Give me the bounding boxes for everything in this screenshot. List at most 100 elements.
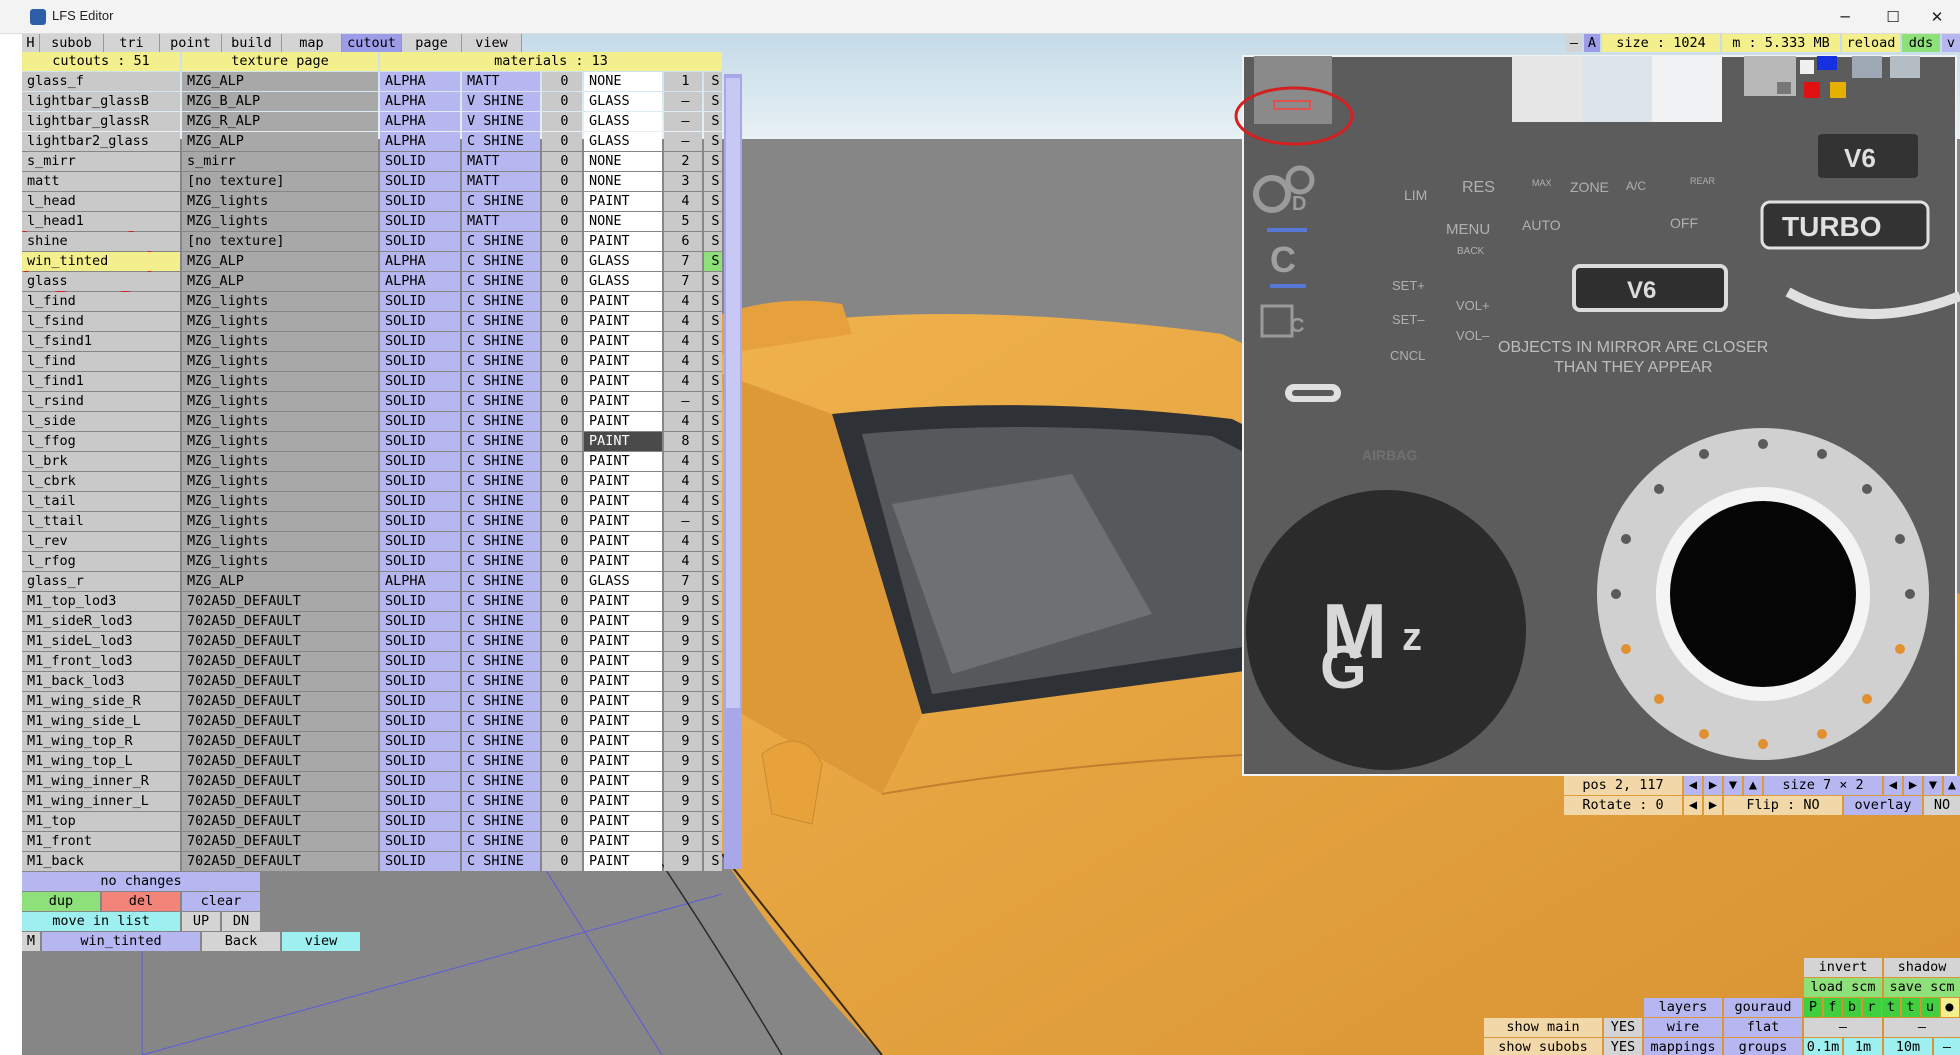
- s-toggle[interactable]: S: [704, 312, 722, 331]
- shine-mode[interactable]: MATT: [462, 172, 540, 191]
- cutout-name[interactable]: M1_front: [22, 832, 180, 851]
- texture-page[interactable]: MZG_lights: [182, 212, 378, 231]
- material-type[interactable]: PAINT: [584, 532, 662, 551]
- layer-letter[interactable]: t: [1901, 998, 1920, 1017]
- shine-mode[interactable]: C SHINE: [462, 492, 540, 511]
- texture-page[interactable]: MZG_ALP: [182, 272, 378, 291]
- cutout-name[interactable]: l_side: [22, 412, 180, 431]
- texture-page[interactable]: 702A5D_DEFAULT: [182, 692, 378, 711]
- material-index[interactable]: 4: [664, 452, 702, 471]
- table-row[interactable]: l_find1 MZG_lights SOLID C SHINE 0 PAINT 4 S: [22, 372, 742, 392]
- shine-mode[interactable]: C SHINE: [462, 512, 540, 531]
- s-toggle[interactable]: S: [704, 112, 722, 131]
- texture-page[interactable]: MZG_lights: [182, 512, 378, 531]
- texture-page[interactable]: MZG_R_ALP: [182, 112, 378, 131]
- cutout-name[interactable]: M1_wing_top_L: [22, 752, 180, 771]
- alpha-mode[interactable]: ALPHA: [380, 112, 460, 131]
- s-toggle[interactable]: S: [704, 752, 722, 771]
- value-zero[interactable]: 0: [542, 652, 582, 671]
- maximize-button[interactable]: ☐: [1870, 0, 1916, 34]
- table-row[interactable]: M1_front 702A5D_DEFAULT SOLID C SHINE 0 PAINT…: [22, 832, 742, 852]
- cutout-name[interactable]: lightbar2_glass: [22, 132, 180, 151]
- shine-mode[interactable]: C SHINE: [462, 312, 540, 331]
- table-row[interactable]: l_fsind MZG_lights SOLID C SHINE 0 PAINT 4 S: [22, 312, 742, 332]
- dash-button-1[interactable]: –: [1804, 1018, 1882, 1037]
- texture-page[interactable]: 702A5D_DEFAULT: [182, 752, 378, 771]
- value-zero[interactable]: 0: [542, 252, 582, 271]
- value-zero[interactable]: 0: [542, 792, 582, 811]
- value-zero[interactable]: 0: [542, 692, 582, 711]
- dash-button-2[interactable]: –: [1884, 1018, 1960, 1037]
- material-index[interactable]: –: [664, 392, 702, 411]
- texture-page[interactable]: 702A5D_DEFAULT: [182, 672, 378, 691]
- material-type[interactable]: PAINT: [584, 652, 662, 671]
- shine-mode[interactable]: C SHINE: [462, 832, 540, 851]
- material-type[interactable]: GLASS: [584, 272, 662, 291]
- cutout-name[interactable]: l_find: [22, 292, 180, 311]
- alpha-mode[interactable]: SOLID: [380, 852, 460, 871]
- table-row[interactable]: l_find MZG_lights SOLID C SHINE 0 PAINT 4 S: [22, 352, 742, 372]
- cutout-name[interactable]: M1_wing_side_R: [22, 692, 180, 711]
- texture-page[interactable]: MZG_lights: [182, 532, 378, 551]
- cutout-name[interactable]: M1_wing_inner_L: [22, 792, 180, 811]
- save-scm-button[interactable]: save scm: [1884, 978, 1960, 997]
- texture-page[interactable]: 702A5D_DEFAULT: [182, 772, 378, 791]
- material-index[interactable]: 9: [664, 592, 702, 611]
- view-button[interactable]: view: [282, 932, 360, 951]
- shine-mode[interactable]: C SHINE: [462, 652, 540, 671]
- table-row[interactable]: lightbar_glassR MZG_R_ALP ALPHA V SHINE 0 GLA…: [22, 112, 742, 132]
- material-index[interactable]: 5: [664, 212, 702, 231]
- material-type[interactable]: NONE: [584, 152, 662, 171]
- material-type[interactable]: PAINT: [584, 792, 662, 811]
- material-index[interactable]: 3: [664, 172, 702, 191]
- material-index[interactable]: –: [664, 112, 702, 131]
- s-toggle[interactable]: S: [704, 432, 722, 451]
- texture-page[interactable]: 702A5D_DEFAULT: [182, 632, 378, 651]
- menu-subob[interactable]: subob: [40, 34, 104, 52]
- clear-button[interactable]: clear: [182, 892, 260, 911]
- table-row[interactable]: M1_back 702A5D_DEFAULT SOLID C SHINE 0 PAINT 9…: [22, 852, 742, 872]
- value-zero[interactable]: 0: [542, 292, 582, 311]
- material-type[interactable]: PAINT: [584, 712, 662, 731]
- menu-page[interactable]: page: [402, 34, 462, 52]
- cutout-name[interactable]: l_head: [22, 192, 180, 211]
- material-type[interactable]: GLASS: [584, 92, 662, 111]
- texture-page[interactable]: MZG_lights: [182, 312, 378, 331]
- reload-button[interactable]: reload: [1842, 34, 1900, 52]
- s-toggle[interactable]: S: [704, 132, 722, 151]
- table-row[interactable]: glass_r MZG_ALP ALPHA C SHINE 0 GLASS 7 S: [22, 572, 742, 592]
- material-type[interactable]: PAINT: [584, 672, 662, 691]
- shine-mode[interactable]: C SHINE: [462, 192, 540, 211]
- cutout-name[interactable]: M1_back_lod3: [22, 672, 180, 691]
- material-type[interactable]: PAINT: [584, 332, 662, 351]
- texture-page[interactable]: MZG_lights: [182, 412, 378, 431]
- alpha-mode[interactable]: SOLID: [380, 712, 460, 731]
- table-row[interactable]: glass MZG_ALP ALPHA C SHINE 0 GLASS 7 S: [22, 272, 742, 292]
- table-row[interactable]: M1_top_lod3 702A5D_DEFAULT SOLID C SHINE 0 PA…: [22, 592, 742, 612]
- value-zero[interactable]: 0: [542, 212, 582, 231]
- cutout-name[interactable]: l_fsind1: [22, 332, 180, 351]
- shine-mode[interactable]: V SHINE: [462, 112, 540, 131]
- s-toggle[interactable]: S: [704, 652, 722, 671]
- texture-page[interactable]: 702A5D_DEFAULT: [182, 832, 378, 851]
- shine-mode[interactable]: C SHINE: [462, 452, 540, 471]
- material-type[interactable]: PAINT: [584, 692, 662, 711]
- material-index[interactable]: 4: [664, 532, 702, 551]
- alpha-mode[interactable]: SOLID: [380, 372, 460, 391]
- table-row[interactable]: l_ffog MZG_lights SOLID C SHINE 0 PAINT 8 S: [22, 432, 742, 452]
- material-type[interactable]: PAINT: [584, 312, 662, 331]
- alpha-mode[interactable]: SOLID: [380, 592, 460, 611]
- del-button[interactable]: del: [102, 892, 180, 911]
- shine-mode[interactable]: MATT: [462, 152, 540, 171]
- material-index[interactable]: 9: [664, 792, 702, 811]
- table-row[interactable]: l_rsind MZG_lights SOLID C SHINE 0 PAINT – S: [22, 392, 742, 412]
- size-left-arrow[interactable]: ◀: [1884, 776, 1902, 795]
- cutout-name[interactable]: l_cbrk: [22, 472, 180, 491]
- table-row[interactable]: lightbar2_glass MZG_ALP ALPHA C SHINE 0 GLASS…: [22, 132, 742, 152]
- material-index[interactable]: 9: [664, 812, 702, 831]
- texture-page[interactable]: MZG_lights: [182, 492, 378, 511]
- table-row[interactable]: M1_wing_side_L 702A5D_DEFAULT SOLID C SHINE…: [22, 712, 742, 732]
- s-toggle[interactable]: S: [704, 392, 722, 411]
- texture-page[interactable]: MZG_lights: [182, 352, 378, 371]
- s-toggle[interactable]: S: [704, 732, 722, 751]
